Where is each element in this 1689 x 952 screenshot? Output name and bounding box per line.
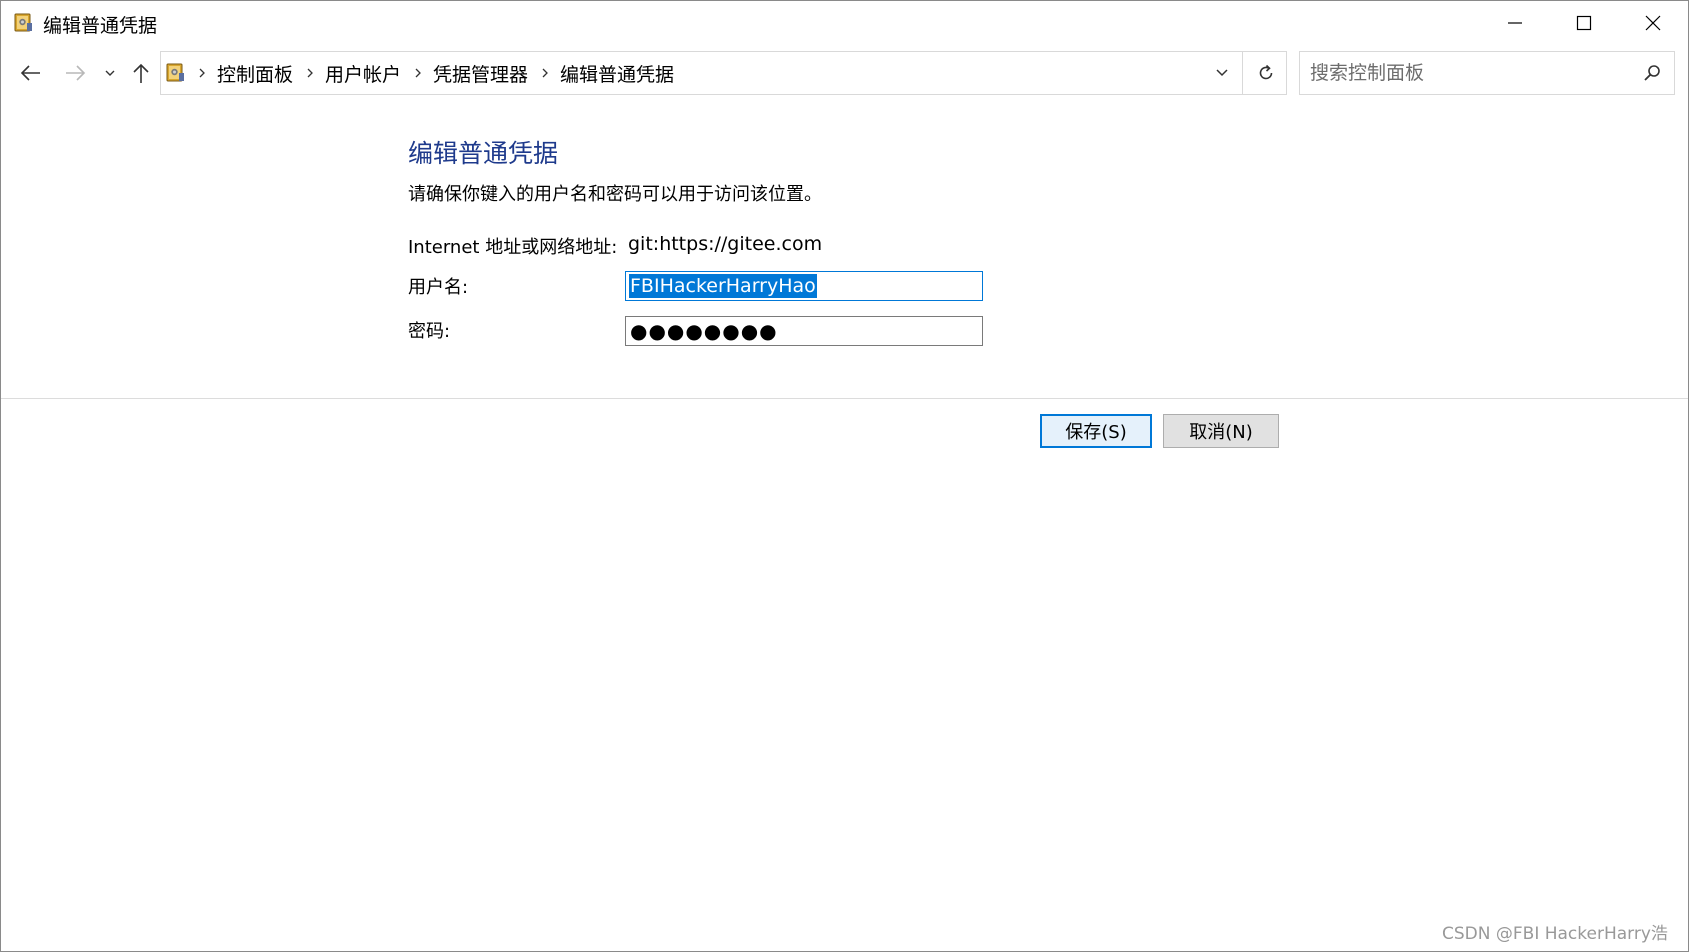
- breadcrumb-control-panel[interactable]: 控制面板: [213, 60, 299, 87]
- close-button[interactable]: [1618, 1, 1688, 45]
- arrow-up-icon: [133, 63, 149, 83]
- search-box: [1299, 51, 1675, 95]
- maximize-icon: [1576, 15, 1592, 31]
- back-button[interactable]: [15, 55, 47, 91]
- minimize-icon: [1508, 22, 1522, 24]
- breadcrumb: 控制面板 用户帐户 凭据管理器 编辑普通凭据: [191, 52, 680, 94]
- breadcrumb-credential-manager[interactable]: 凭据管理器: [429, 60, 534, 87]
- chevron-right-icon[interactable]: [407, 67, 429, 79]
- window-title: 编辑普通凭据: [43, 15, 158, 37]
- breadcrumb-user-accounts[interactable]: 用户帐户: [321, 60, 407, 87]
- chevron-right-icon[interactable]: [191, 67, 213, 79]
- password-label: 密码:: [408, 321, 451, 342]
- address-label: Internet 地址或网络地址:: [408, 237, 618, 258]
- search-input[interactable]: [1300, 52, 1640, 94]
- chevron-down-icon: [1216, 69, 1228, 77]
- breadcrumb-edit-credential[interactable]: 编辑普通凭据: [556, 60, 680, 87]
- refresh-icon: [1259, 64, 1272, 80]
- arrow-right-icon: [66, 65, 86, 81]
- password-field[interactable]: ●●●●●●●●: [625, 316, 983, 346]
- navigation-bar: 控制面板 用户帐户 凭据管理器 编辑普通凭据: [1, 49, 1688, 99]
- minimize-button[interactable]: [1480, 1, 1550, 45]
- close-icon: [1645, 15, 1661, 31]
- chevron-down-icon: [105, 70, 115, 76]
- password-mask: ●●●●●●●●: [630, 319, 778, 343]
- username-label: 用户名:: [408, 277, 469, 298]
- page-title: 编辑普通凭据: [408, 139, 559, 168]
- recent-locations-button[interactable]: [99, 55, 121, 91]
- address-bar[interactable]: 控制面板 用户帐户 凭据管理器 编辑普通凭据: [160, 51, 1287, 95]
- chevron-right-icon[interactable]: [534, 67, 556, 79]
- edit-credential-window: 编辑普通凭据 控制面板 用户帐户 凭据管理器 编辑普通凭据 搜索控制面板 编辑普…: [0, 0, 1689, 952]
- title-bar: 编辑普通凭据: [1, 1, 1688, 45]
- username-value: FBIHackerHarryHao: [629, 274, 817, 298]
- up-button[interactable]: [125, 55, 157, 91]
- username-field[interactable]: FBIHackerHarryHao: [625, 271, 983, 301]
- credential-manager-icon: [166, 63, 184, 82]
- save-button[interactable]: 保存(S): [1040, 414, 1152, 448]
- page-description: 请确保你键入的用户名和密码可以用于访问该位置。: [408, 184, 822, 205]
- refresh-button[interactable]: [1242, 52, 1288, 94]
- forward-button[interactable]: [59, 55, 91, 91]
- watermark: CSDN @FBI HackerHarry浩: [1442, 924, 1668, 944]
- divider: [1, 398, 1688, 399]
- maximize-button[interactable]: [1549, 1, 1619, 45]
- search-icon[interactable]: [1642, 63, 1662, 83]
- address-value: git:https://gitee.com: [628, 233, 823, 255]
- chevron-right-icon[interactable]: [299, 67, 321, 79]
- address-dropdown-button[interactable]: [1202, 52, 1242, 94]
- cancel-button[interactable]: 取消(N): [1163, 414, 1279, 448]
- arrow-left-icon: [20, 65, 40, 81]
- credential-manager-icon: [14, 13, 32, 32]
